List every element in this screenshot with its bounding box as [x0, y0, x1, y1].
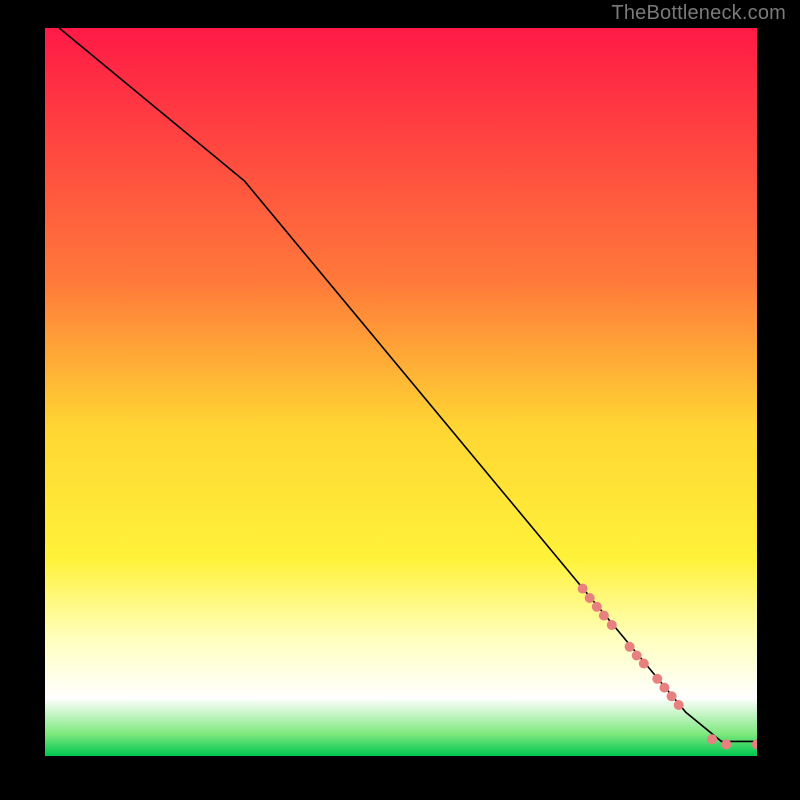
data-point	[599, 611, 609, 621]
data-point	[632, 651, 642, 661]
data-point	[639, 659, 649, 669]
data-point	[625, 642, 635, 652]
data-point	[592, 602, 602, 612]
data-point	[707, 734, 717, 744]
data-point	[667, 691, 677, 701]
data-point	[585, 593, 595, 603]
plot-background	[45, 28, 757, 756]
data-point	[659, 683, 669, 693]
data-point	[652, 674, 662, 684]
data-point	[578, 584, 588, 594]
data-point	[674, 700, 684, 710]
bottleneck-chart	[45, 28, 757, 756]
chart-frame: TheBottleneck.com	[0, 0, 800, 800]
data-point	[607, 620, 617, 630]
attribution-label: TheBottleneck.com	[611, 2, 786, 25]
data-point	[721, 739, 731, 749]
